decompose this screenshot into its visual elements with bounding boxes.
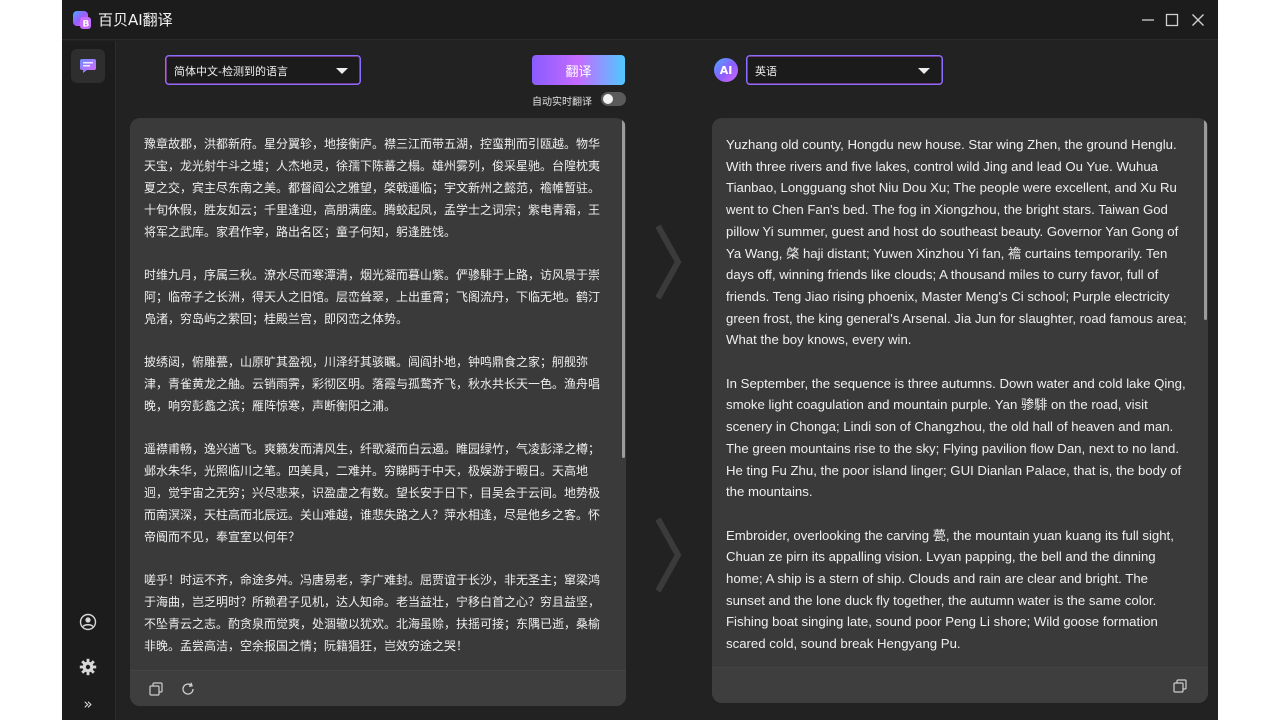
source-language-value: 简体中文-检测到的语言	[174, 65, 288, 78]
realtime-translate-label: 自动实时翻译	[532, 97, 592, 108]
chevron-right-icon	[655, 224, 682, 300]
source-paragraph: 遥襟甫畅，逸兴遄飞。爽籁发而清风生，纤歌凝而白云遏。睢园绿竹，气凌彭泽之樽；邺水…	[144, 442, 601, 544]
sidebar-item-account[interactable]	[75, 609, 101, 635]
target-paragraph: In September, the sequence is three autu…	[726, 375, 1186, 500]
ai-badge-label: AI	[719, 63, 733, 77]
chevron-right-icon	[655, 517, 682, 593]
close-icon	[1192, 14, 1204, 26]
title-bar: B 百贝AI翻译	[62, 0, 1218, 40]
caret-down-icon	[918, 68, 930, 74]
source-paragraph: 豫章故郡，洪都新府。星分翼轸，地接衡庐。襟三江而带五湖，控蛮荆而引瓯越。物华天宝…	[144, 137, 601, 239]
source-language-select[interactable]: 简体中文-检测到的语言	[165, 55, 361, 85]
gear-icon	[79, 658, 97, 676]
source-scrollbar[interactable]	[622, 118, 625, 458]
target-text[interactable]: Yuzhang old county, Hongdu new house. St…	[726, 134, 1188, 655]
user-circle-icon	[79, 613, 97, 631]
chat-icon	[80, 59, 96, 73]
sidebar-item-settings[interactable]	[75, 654, 101, 680]
target-text-panel[interactable]: Yuzhang old county, Hongdu new house. St…	[712, 118, 1208, 703]
toggle-knob	[603, 94, 613, 104]
sidebar: »	[62, 41, 116, 720]
copy-icon[interactable]	[148, 681, 164, 697]
target-paragraph: Yuzhang old county, Hongdu new house. St…	[726, 137, 1187, 348]
svg-text:B: B	[83, 20, 90, 30]
source-paragraph: 时维九月，序属三秋。潦水尽而寒潭清，烟光凝而暮山紫。俨骖騑于上路，访风景于崇阿；…	[144, 268, 601, 326]
sidebar-expand-button[interactable]: »	[75, 691, 101, 717]
minimize-icon	[1142, 19, 1154, 21]
source-text[interactable]: 豫章故郡，洪都新府。星分翼轸，地接衡庐。襟三江而带五湖，控蛮荆而引瓯越。物华天宝…	[144, 133, 606, 657]
maximize-button[interactable]	[1162, 10, 1182, 30]
source-paragraph: 嗟乎！时运不齐，命途多舛。冯唐易老，李广难封。屈贾谊于长沙，非无圣主；窜梁鸿于海…	[144, 573, 601, 653]
source-paragraph: 披绣闼，俯雕甍，山原旷其盈视，川泽纡其骇瞩。闾阎扑地，钟鸣鼎食之家；舸舰弥津，青…	[144, 355, 601, 413]
translate-button[interactable]: 翻译	[532, 55, 625, 85]
chevron-double-right-icon: »	[83, 695, 93, 713]
source-text-panel[interactable]: 豫章故郡，洪都新府。星分翼轸，地接衡庐。襟三江而带五湖，控蛮荆而引瓯越。物华天宝…	[130, 118, 626, 706]
refresh-icon[interactable]	[180, 681, 196, 697]
close-button[interactable]	[1188, 10, 1208, 30]
ai-engine-icon[interactable]: AI	[714, 58, 738, 82]
target-paragraph: Embroider, overlooking the carving 甍, th…	[726, 527, 1174, 652]
target-language-select[interactable]: 英语	[746, 55, 943, 85]
target-language-value: 英语	[755, 65, 777, 78]
caret-down-icon	[336, 68, 348, 74]
maximize-icon	[1165, 13, 1179, 27]
app-logo-icon: B	[73, 11, 91, 30]
app-title: 百贝AI翻译	[98, 11, 173, 29]
target-scrollbar[interactable]	[1204, 120, 1207, 320]
sidebar-item-translate[interactable]	[71, 49, 105, 83]
target-footer	[712, 667, 1208, 703]
app-window: B 百贝AI翻译 » 简体中文-检测到的语言 翻译 自动实时翻译 AI 英语 豫…	[62, 0, 1218, 720]
source-footer	[130, 670, 626, 706]
copy-icon[interactable]	[1172, 678, 1188, 694]
realtime-translate-toggle[interactable]	[601, 92, 626, 106]
minimize-button[interactable]	[1138, 10, 1158, 30]
